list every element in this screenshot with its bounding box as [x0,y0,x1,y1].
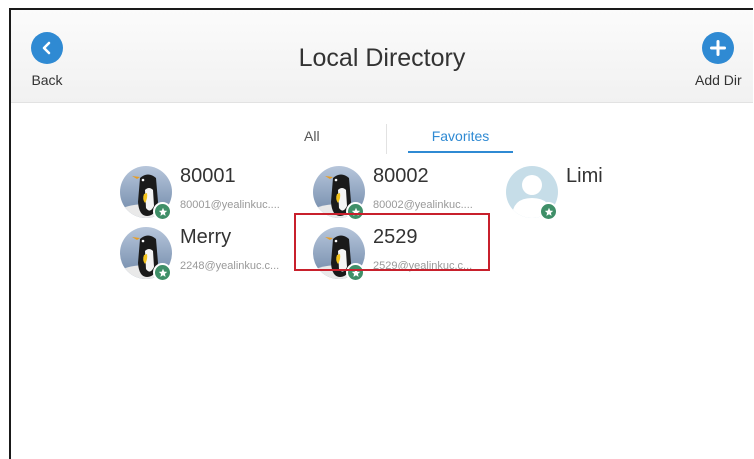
avatar [120,166,172,221]
back-label: Back [31,72,63,88]
contact-item-80002[interactable]: 80002 80002@yealinkuc.... [313,162,503,221]
plus-icon [702,32,735,64]
contact-uri: 2248@yealinkuc.c... [180,260,280,272]
selected-tab-indicator [408,151,513,153]
star-icon [153,263,172,282]
star-icon [153,202,172,221]
add-dir-label: Add Dir [695,72,742,88]
tab-favorites[interactable]: Favorites [408,128,513,144]
contact-item-limi[interactable]: Limi [506,162,696,221]
tab-bar: All Favorites [11,124,753,154]
tab-divider [386,124,387,154]
avatar [506,166,558,221]
avatar [120,227,172,282]
contact-name: Limi [566,165,603,187]
page-title: Local Directory [298,44,466,72]
tab-all[interactable]: All [304,128,320,144]
contact-item-80001[interactable]: 80001 80001@yealinkuc.... [120,162,310,221]
title-bar: Back Local Directory Add Dir [11,10,753,103]
contact-uri: 80002@yealinkuc.... [373,199,473,211]
avatar [313,166,365,221]
contact-name: 80002 [373,165,429,187]
add-dir-button[interactable]: Add Dir [695,32,742,88]
contact-name: 80001 [180,165,236,187]
contact-name: Merry [180,226,232,248]
highlight-box [294,213,490,271]
star-icon [539,202,558,221]
contact-uri: 80001@yealinkuc.... [180,199,280,211]
contact-item-merry[interactable]: Merry 2248@yealinkuc.c... [120,223,310,282]
